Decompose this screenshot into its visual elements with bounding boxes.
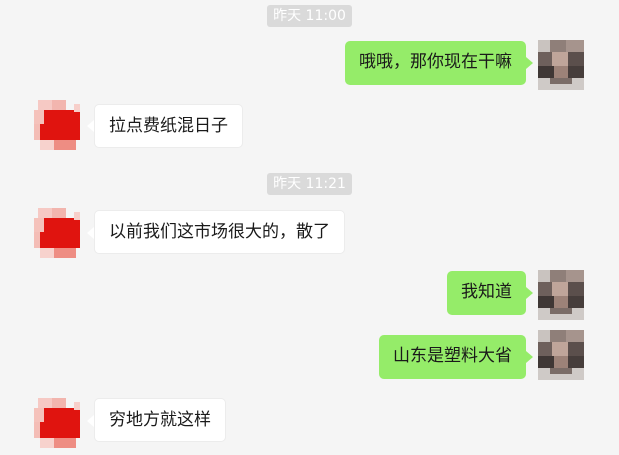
avatar-pixel xyxy=(566,270,584,282)
avatar-pixel xyxy=(34,218,44,232)
timestamp-label: 昨天 11:21 xyxy=(267,173,352,195)
avatar-pixel xyxy=(550,78,572,84)
timestamp: 昨天 11:21 xyxy=(0,173,619,195)
avatar-pixel xyxy=(552,52,568,66)
avatar-pixel xyxy=(552,282,568,296)
avatar-pixel xyxy=(568,52,584,66)
avatar-pixel xyxy=(538,66,554,78)
avatar-pixel xyxy=(566,330,584,342)
message-bubble-sent[interactable]: 山东是塑料大省 xyxy=(379,335,526,379)
avatar-pixel xyxy=(38,100,52,110)
chat-window: 昨天 11:00 哦哦，那你现在干嘛 拉点费纸混日子 昨天 11:21 以前我们… xyxy=(0,0,619,455)
avatar-pixel xyxy=(538,282,552,296)
message-bubble-received[interactable]: 拉点费纸混日子 xyxy=(94,104,243,148)
avatar-pixel xyxy=(538,330,550,342)
avatar-pixel xyxy=(74,212,80,220)
message-text: 哦哦，那你现在干嘛 xyxy=(359,52,512,72)
avatar-pixel xyxy=(550,368,572,374)
avatar-pixel xyxy=(38,208,52,218)
avatar-pixel xyxy=(38,124,80,140)
message-bubble-received[interactable]: 以前我们这市场很大的，散了 xyxy=(94,210,345,254)
timestamp-label: 昨天 11:00 xyxy=(267,5,352,27)
avatar-pixel xyxy=(552,342,568,356)
bubble-tail xyxy=(526,287,533,299)
avatar-pixel xyxy=(52,398,66,408)
avatar-pixel xyxy=(550,308,572,314)
avatar-pixel xyxy=(34,422,40,438)
avatar-pixel xyxy=(44,218,80,232)
avatar-pixel xyxy=(568,296,584,308)
bubble-tail xyxy=(526,351,533,363)
avatar-pixel xyxy=(74,104,80,112)
avatar-pixel xyxy=(538,52,552,66)
avatar-pixel xyxy=(54,438,76,448)
avatar-pixel xyxy=(554,296,568,308)
bubble-tail xyxy=(526,57,533,69)
avatar-pixel xyxy=(40,140,54,150)
avatar-pixel xyxy=(568,66,584,78)
message-text: 我知道 xyxy=(461,282,512,302)
avatar-pixel xyxy=(34,110,44,124)
avatar-pixel xyxy=(40,248,54,258)
avatar-pixel xyxy=(38,422,80,438)
bubble-tail xyxy=(87,120,94,132)
message-text: 山东是塑料大省 xyxy=(393,346,512,366)
red-avatar[interactable] xyxy=(34,208,80,258)
avatar-pixel xyxy=(550,40,566,52)
bubble-tail xyxy=(87,415,94,427)
avatar-pixel xyxy=(44,408,80,422)
red-avatar[interactable] xyxy=(34,100,80,150)
avatar-pixel xyxy=(550,330,566,342)
avatar-pixel xyxy=(40,438,54,448)
avatar-pixel xyxy=(54,140,76,150)
avatar-pixel xyxy=(38,232,80,248)
avatar-pixel xyxy=(34,408,44,422)
avatar-pixel xyxy=(554,356,568,368)
avatar-pixel xyxy=(538,40,550,52)
avatar-pixel xyxy=(538,296,554,308)
avatar-pixel xyxy=(52,100,66,110)
avatar-pixel xyxy=(550,270,566,282)
avatar-pixel xyxy=(538,342,552,356)
avatar-pixel xyxy=(554,66,568,78)
avatar-pixel xyxy=(568,282,584,296)
bubble-tail xyxy=(87,227,94,239)
avatar-pixel xyxy=(538,270,550,282)
avatar-pixel xyxy=(34,124,40,140)
user-photo-avatar[interactable] xyxy=(538,270,584,320)
timestamp: 昨天 11:00 xyxy=(0,5,619,27)
avatar-pixel xyxy=(34,232,40,248)
message-bubble-sent[interactable]: 哦哦，那你现在干嘛 xyxy=(345,41,526,85)
message-text: 以前我们这市场很大的，散了 xyxy=(109,222,330,242)
red-avatar[interactable] xyxy=(34,398,80,448)
avatar-pixel xyxy=(568,342,584,356)
avatar-pixel xyxy=(538,356,554,368)
avatar-pixel xyxy=(38,398,52,408)
user-photo-avatar[interactable] xyxy=(538,40,584,90)
message-text: 穷地方就这样 xyxy=(109,410,211,430)
avatar-pixel xyxy=(566,40,584,52)
avatar-pixel xyxy=(568,356,584,368)
avatar-pixel xyxy=(52,208,66,218)
message-bubble-received[interactable]: 穷地方就这样 xyxy=(94,398,226,442)
message-text: 拉点费纸混日子 xyxy=(109,116,228,136)
avatar-pixel xyxy=(74,402,80,410)
message-bubble-sent[interactable]: 我知道 xyxy=(447,271,526,315)
avatar-pixel xyxy=(44,110,80,124)
user-photo-avatar[interactable] xyxy=(538,330,584,380)
avatar-pixel xyxy=(54,248,76,258)
